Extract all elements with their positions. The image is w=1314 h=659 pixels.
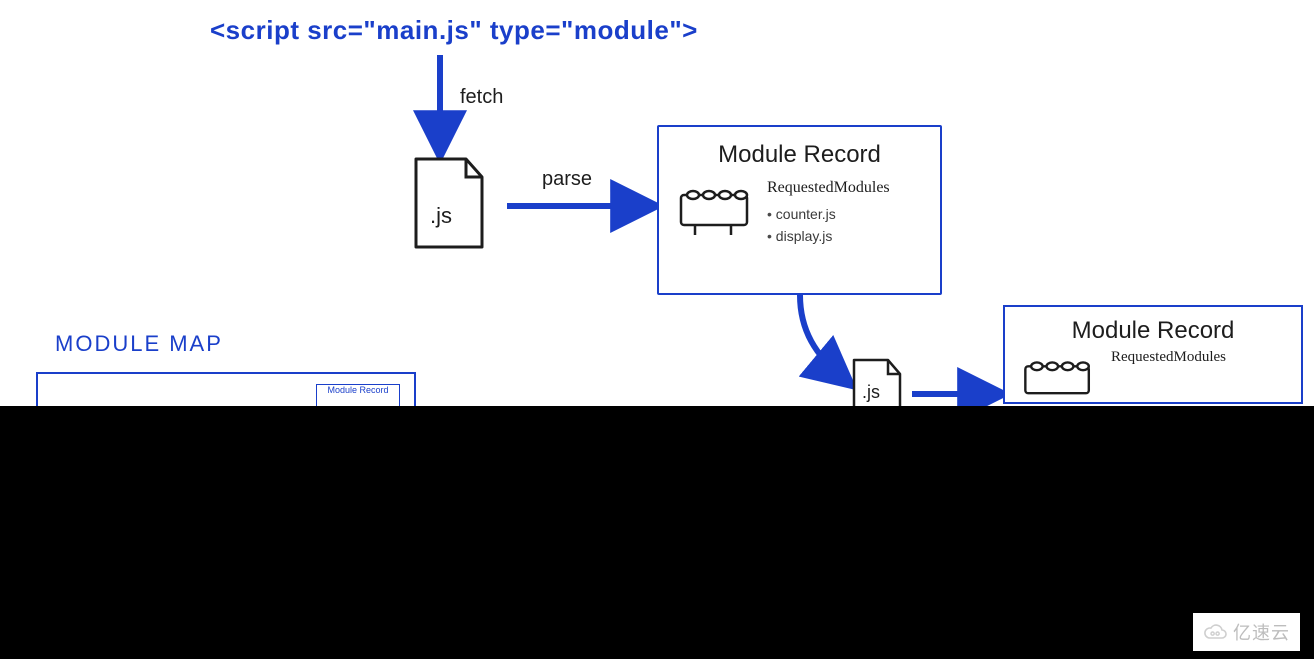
watermark-text: 亿速云 <box>1233 619 1290 645</box>
cloud-icon <box>1203 620 1227 644</box>
file-ext-label: .js <box>862 382 880 403</box>
js-file-icon: .js <box>408 155 490 251</box>
module-record-title: Module Record <box>675 141 924 169</box>
requested-module-item: display.js <box>767 225 924 247</box>
requested-modules: RequestedModules counter.js display.js <box>767 175 924 247</box>
module-map-box: Module Record <box>36 372 416 406</box>
diagram-stage: <script src="main.js" type="module"> fet… <box>0 0 1314 406</box>
label-fetch: fetch <box>460 86 503 109</box>
module-record-title: Module Record <box>1019 317 1287 345</box>
js-file-icon-small: .js <box>848 356 906 406</box>
requested-modules-header: RequestedModules <box>1111 349 1226 366</box>
lego-brick-icon <box>675 175 757 237</box>
module-record-secondary: Module Record RequestedModules <box>1003 305 1303 404</box>
black-bar <box>0 406 1314 659</box>
requested-module-item: counter.js <box>767 203 924 225</box>
file-ext-label: .js <box>430 203 452 229</box>
module-record-main: Module Record RequestedModules counter.j… <box>657 125 942 295</box>
lego-brick-icon <box>1019 349 1099 399</box>
watermark: 亿速云 <box>1193 613 1300 651</box>
module-map-heading: MODULE MAP <box>55 331 223 357</box>
requested-modules-header: RequestedModules <box>767 175 924 201</box>
module-map-mini-record: Module Record <box>316 384 400 406</box>
label-parse: parse <box>542 168 592 191</box>
script-tag-title: <script src="main.js" type="module"> <box>210 15 698 46</box>
module-map-mini-label: Module Record <box>327 385 388 406</box>
